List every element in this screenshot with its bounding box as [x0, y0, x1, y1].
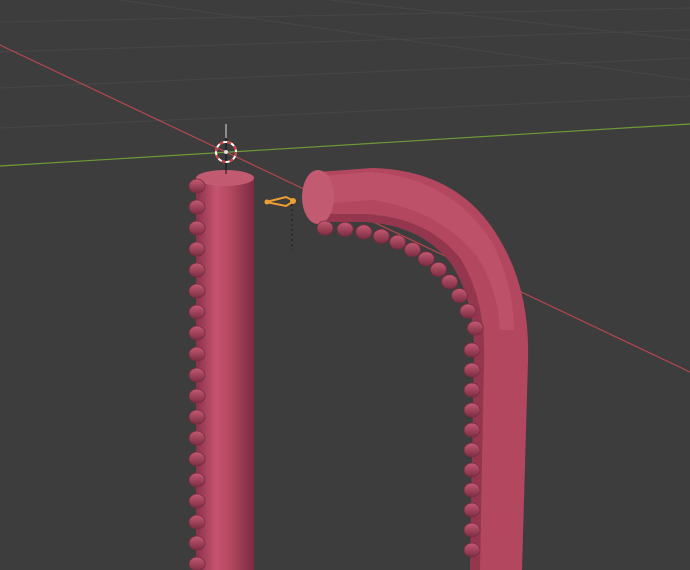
y-axis-line: [0, 123, 690, 167]
sucker: [188, 304, 206, 320]
sucker: [463, 342, 481, 358]
sucker: [463, 422, 481, 438]
sucker: [463, 382, 481, 398]
sucker: [188, 220, 206, 236]
sucker: [430, 261, 447, 277]
sucker: [463, 362, 481, 378]
viewport-canvas[interactable]: [0, 0, 690, 570]
sucker: [188, 430, 206, 446]
sucker: [463, 502, 481, 518]
sucker: [188, 493, 206, 509]
sucker: [188, 409, 206, 425]
sucker: [372, 228, 390, 244]
sucker: [336, 221, 354, 237]
3d-viewport[interactable]: [0, 0, 690, 570]
sucker: [463, 462, 481, 478]
armature-bone[interactable]: [264, 195, 297, 250]
floor-grid: [0, 0, 690, 129]
sucker: [188, 451, 206, 467]
sucker: [188, 472, 206, 488]
sucker: [188, 346, 206, 362]
sucker: [459, 303, 477, 319]
sucker: [463, 402, 481, 418]
sucker: [389, 234, 407, 250]
sucker: [417, 251, 435, 267]
sucker: [451, 288, 468, 303]
straight-tentacle[interactable]: [188, 170, 254, 570]
sucker: [441, 274, 459, 290]
sucker: [463, 522, 481, 538]
sucker: [466, 320, 484, 336]
sucker: [188, 388, 206, 404]
sucker: [188, 556, 206, 570]
sucker: [188, 262, 206, 278]
sucker: [463, 482, 481, 498]
sucker: [463, 542, 481, 558]
sucker: [188, 535, 206, 551]
sucker: [404, 242, 421, 258]
sucker: [188, 367, 206, 383]
sucker: [188, 241, 206, 257]
sucker: [463, 442, 481, 458]
sucker: [316, 220, 334, 236]
sucker: [355, 224, 373, 240]
sucker: [188, 199, 206, 215]
bent-tentacle[interactable]: [302, 168, 529, 570]
sucker: [188, 283, 206, 299]
sucker: [188, 514, 206, 530]
sucker: [188, 178, 206, 194]
sucker: [188, 325, 206, 341]
